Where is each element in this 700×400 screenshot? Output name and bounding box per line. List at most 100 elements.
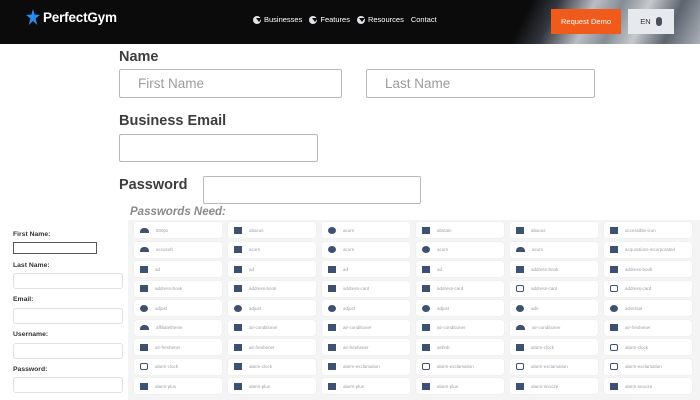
icon-option[interactable]: alarm-clock (134, 358, 222, 375)
request-demo-button[interactable]: Request Demo (551, 9, 621, 34)
icon-option[interactable]: alarm-plus (134, 378, 222, 394)
icon-option[interactable]: air-freshener (322, 339, 410, 355)
sidebar-first-name-input[interactable] (13, 242, 97, 254)
icon-picker: 500px abacus acorn abstain abacus accessible-… (128, 220, 700, 400)
icon-option[interactable]: ad (416, 261, 504, 277)
icon-option[interactable]: address-card (510, 280, 598, 297)
icon-option[interactable]: adjust (416, 300, 504, 316)
icon-option[interactable]: address-card (322, 280, 410, 297)
icon-option-label: alarm-exclamation (625, 364, 662, 369)
icon-option-label: accusoft (156, 247, 173, 252)
icon-option[interactable]: air-conditioner (322, 319, 410, 336)
icon-option[interactable]: address-book (604, 261, 692, 277)
air-freshener-icon (140, 343, 148, 351)
alarm-plus-icon (234, 382, 242, 390)
icon-option[interactable]: air-freshener (134, 339, 222, 355)
business-email-input[interactable] (119, 134, 318, 162)
alarm-clock-icon (610, 343, 618, 351)
air-freshener-icon (610, 324, 618, 331)
icon-option[interactable]: accusoft (134, 241, 222, 258)
icon-option-label: acquisitions-incorporated (625, 247, 676, 252)
icon-option[interactable]: alarm-snooze (604, 378, 692, 394)
icon-option[interactable]: acquisitions-incorporated (604, 241, 692, 258)
icon-option[interactable]: affiliatetheme (134, 319, 222, 336)
logo-star-icon (26, 9, 40, 25)
affiliatetheme-icon (140, 325, 149, 330)
icon-option-label: address-book (155, 286, 183, 291)
icon-option[interactable]: alarm-exclamation (322, 358, 410, 375)
icon-option[interactable]: alarm-plus (416, 378, 504, 394)
icon-option[interactable]: adjust (134, 300, 222, 316)
adjust-icon (422, 304, 430, 312)
sidebar-last-name-input[interactable] (13, 273, 123, 289)
icon-option[interactable]: alarm-snooze (510, 378, 598, 394)
icon-option[interactable]: alarm-clock (228, 358, 316, 375)
icon-option[interactable]: alarm-clock (510, 339, 598, 355)
icon-option[interactable]: adversal (604, 300, 692, 316)
icon-option[interactable]: alarm-clock (604, 339, 692, 355)
icon-option-label: air-conditioner (437, 325, 466, 330)
nav-contact[interactable]: Contact (411, 15, 437, 24)
icon-option[interactable]: address-card (604, 280, 692, 297)
icon-option[interactable]: abstain (416, 222, 504, 238)
icon-option[interactable]: address-book (510, 261, 598, 277)
icon-option[interactable]: air-freshener (228, 339, 316, 355)
password-requirements-heading: Passwords Need: (130, 206, 226, 218)
sidebar-username-input[interactable] (13, 343, 123, 359)
chevron-down-icon (356, 15, 366, 24)
icon-option[interactable]: abacus (228, 222, 316, 238)
icon-option[interactable]: acorn (510, 241, 598, 258)
icon-option[interactable]: address-card (416, 280, 504, 297)
password-label: Password (119, 177, 188, 193)
chevron-down-icon (253, 15, 262, 24)
icon-option[interactable]: airbnb (416, 339, 504, 355)
logo[interactable]: PerfectGym (26, 9, 117, 25)
password-input[interactable] (203, 176, 421, 204)
icon-option[interactable]: address-book (228, 280, 316, 297)
icon-option[interactable]: adjust (228, 300, 316, 316)
icon-option[interactable]: alarm-exclamation (416, 358, 504, 375)
icon-option[interactable]: acorn (322, 222, 410, 238)
nav-businesses[interactable]: Businesses (253, 15, 302, 24)
icon-option[interactable]: air-freshener (604, 319, 692, 336)
icon-option[interactable]: abacus (510, 222, 598, 238)
icon-option[interactable]: air-conditioner (510, 319, 598, 336)
adn-icon (516, 304, 524, 312)
icon-option[interactable]: air-conditioner (416, 319, 504, 336)
icon-option-label: alarm-plus (343, 383, 365, 389)
icon-option-label: air-conditioner (249, 325, 278, 330)
icon-option-label: address-book (531, 266, 559, 272)
icon-option[interactable]: alarm-plus (322, 378, 410, 394)
language-selector[interactable]: EN (628, 9, 674, 34)
sidebar-password-input[interactable] (13, 377, 123, 393)
icon-option[interactable]: alarm-plus (228, 378, 316, 394)
icon-option-label: accessible-icon (625, 227, 656, 233)
nav-features[interactable]: Features (309, 15, 350, 24)
icon-option[interactable]: air-conditioner (228, 319, 316, 336)
page: PerfectGym Businesses Features Resources… (0, 0, 700, 400)
icon-option[interactable]: address-book (134, 280, 222, 297)
first-name-input[interactable] (119, 69, 342, 98)
address-book-icon (516, 265, 524, 273)
last-name-input[interactable] (366, 69, 595, 98)
icon-option[interactable]: ad (322, 261, 410, 277)
nav-resources[interactable]: Resources (356, 15, 404, 24)
icon-option[interactable]: adn (510, 300, 598, 316)
sidebar-email-input[interactable] (13, 308, 123, 324)
icon-option[interactable]: accessible-icon (604, 222, 692, 238)
icon-option[interactable]: adjust (322, 300, 410, 316)
icon-option[interactable]: ad (228, 261, 316, 277)
acorn-icon (422, 246, 430, 253)
icon-option[interactable]: alarm-exclamation (604, 358, 692, 375)
icon-option[interactable]: ad (134, 261, 222, 277)
alarm-clock-icon (140, 363, 148, 370)
main-nav: Businesses Features Resources Contact (253, 15, 437, 24)
icon-option[interactable]: acorn (322, 241, 410, 258)
icon-option-label: adn (531, 305, 539, 311)
icon-option[interactable]: 500px (134, 222, 222, 238)
icon-option[interactable]: acorn (416, 241, 504, 258)
alarm-snooze-icon (610, 382, 618, 390)
icon-option[interactable]: acorn (228, 241, 316, 258)
alarm-plus-icon (328, 382, 336, 390)
icon-option[interactable]: alarm-exclamation (510, 358, 598, 375)
